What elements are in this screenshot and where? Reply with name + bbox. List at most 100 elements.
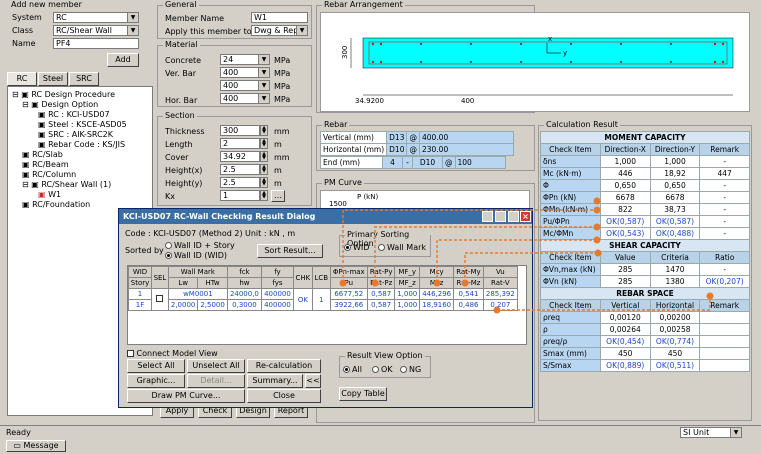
col-mcz[interactable]: Mcz [419,277,455,289]
select-all-button[interactable]: Select All [127,359,185,373]
tab-steel[interactable]: Steel [38,72,68,86]
apply-to-select[interactable]: Dwg & Rep [251,25,308,36]
unselect-all-button[interactable]: Unselect All [187,359,245,373]
detail-button[interactable]: Detail... [187,374,245,388]
heightx-input[interactable]: 2.5 [220,164,260,175]
tree-item-rebar-code[interactable]: ▣ Rebar Code : KS/JIS [38,140,125,149]
concrete-select[interactable]: 24 [220,54,270,65]
class-select[interactable]: RC/Shear Wall [53,25,139,36]
message-tab[interactable]: ▭ Message [6,440,66,452]
col-mf-y[interactable]: MF_y [394,266,421,278]
connect-model-view[interactable]: Connect Model View [127,349,218,358]
tab-src[interactable]: SRC [69,72,99,86]
tree-item-rc-column[interactable]: ▣ RC/Column [22,170,76,179]
col-htw[interactable]: HTw [197,277,228,289]
horbar-select[interactable]: 400 [220,93,270,104]
col-wid[interactable]: WID [127,266,153,278]
name-input[interactable]: PF4 [53,38,139,49]
dialog-maximize-icon[interactable] [508,211,519,222]
kx-spinner[interactable]: ▲ ▼ [260,190,268,201]
unit-select[interactable]: SI Unit [680,427,742,438]
vertical-bar[interactable]: D13 [386,131,408,144]
col-rat-pz[interactable]: Rat-Pz [366,277,396,289]
verbar-select[interactable]: 400 [220,67,270,78]
extra-select[interactable]: 400 [220,80,270,91]
dialog-close-icon[interactable]: × [520,211,531,222]
horizontal-spacing[interactable]: 230.00 [418,143,514,156]
primary-opt-wall-mark[interactable]: Wall Mark [378,243,426,252]
rebar-col-item: Check Item [540,299,601,312]
col-story[interactable]: Story [127,277,153,289]
collapse-button[interactable]: << [305,374,321,388]
rv-ng[interactable]: NG [400,365,421,374]
col-fy[interactable]: fy [261,266,294,278]
sort-opt-wall-id-story[interactable]: Wall ID + Story [165,241,235,250]
tree-item-rc-design-procedure[interactable]: ⊟ ▣ RC Design Procedure [12,90,115,99]
heightx-spinner[interactable]: ▲ ▼ [260,164,268,175]
tree-item-design-option[interactable]: ⊟ ▣ Design Option [22,100,98,109]
tree-item-steel-code[interactable]: ▣ Steel : KSCE-ASD05 [38,120,127,129]
length-spinner[interactable]: ▲ ▼ [260,138,268,149]
cover-spinner[interactable]: ▲ ▼ [260,151,268,162]
kx-input[interactable]: 1 [220,190,260,201]
shear-col-criteria: Criteria [649,251,701,264]
dialog-title-bar[interactable]: KCI-USD07 RC-Wall Checking Result Dialog… [119,209,532,224]
col-chk[interactable]: CHK [292,266,313,289]
tree-item-rc-foundation[interactable]: ▣ RC/Foundation [22,200,90,209]
col-rat-v[interactable]: Rat-V [482,277,519,289]
sort-result-button[interactable]: Sort Result... [257,244,323,258]
tree-item-src-code[interactable]: ▣ SRC : AIK-SRC2K [38,130,113,139]
col-rat-mz[interactable]: Rat-Mz [453,277,484,289]
member-name-input[interactable]: W1 [251,12,308,23]
table-row[interactable]: 1 wM0001 24000,0 400000 OK 1 6677,52 0,5… [127,288,519,311]
col-fys[interactable]: fys [261,277,294,289]
heighty-input[interactable]: 2.5 [220,177,260,188]
summary-button[interactable]: Summary... [247,374,303,388]
vertical-spacing[interactable]: 400.00 [418,131,514,144]
length-input[interactable]: 2 [220,138,260,149]
col-lcb[interactable]: LCB [311,266,331,289]
system-select[interactable]: RC [53,12,139,23]
col-pu[interactable]: Pu [329,277,368,289]
tab-rc[interactable]: RC [7,72,37,86]
tree-item-rc-slab[interactable]: ▣ RC/Slab [22,150,63,159]
rv-ok[interactable]: OK [372,365,393,374]
col-vu[interactable]: Vu [482,266,519,278]
col-phipn-max[interactable]: ΦPn-max [329,266,368,278]
cover-input[interactable]: 34.92 [220,151,260,162]
copy-table-button[interactable]: Copy Table [339,387,387,401]
tree-item-rc-beam[interactable]: ▣ RC/Beam [22,160,69,169]
draw-pm-curve-button[interactable]: Draw PM Curve... [127,389,245,403]
tree-item-rc-code[interactable]: ▣ RC : KCI-USD07 [38,110,110,119]
end-spacing[interactable]: 100 [454,156,506,169]
col-mf-z[interactable]: MF_z [394,277,421,289]
col-wall-mark[interactable]: Wall Mark [167,266,228,278]
section-group: Section Thickness 300 ▲ ▼ mm Length 2 ▲ ▼ … [157,111,312,206]
col-hw[interactable]: hw [226,277,263,289]
close-button[interactable]: Close [247,389,321,403]
add-button[interactable]: Add [107,53,139,67]
col-mcy[interactable]: Mcy [419,266,455,278]
rv-all[interactable]: All [343,365,362,374]
select-checkbox[interactable] [151,288,169,311]
tree-item-w1[interactable]: ▣ W1 [38,190,61,199]
end-count[interactable]: 4 [382,156,403,169]
dialog-minimize-icon[interactable] [495,211,506,222]
col-rat-py[interactable]: Rat-Py [366,266,396,278]
col-sel[interactable]: SEL [151,266,169,289]
col-fck[interactable]: fck [226,266,263,278]
tree-item-rc-shear-wall[interactable]: ⊟ ▣ RC/Shear Wall (1) [22,180,111,189]
col-lw[interactable]: Lw [167,277,199,289]
sort-opt-wall-id[interactable]: Wall ID (WID) [165,251,227,260]
end-bar[interactable]: D10 [412,156,443,169]
dialog-restore-icon[interactable] [482,211,493,222]
thickness-spinner[interactable]: ▲ ▼ [260,125,268,136]
thickness-input[interactable]: 300 [220,125,260,136]
col-rat-my[interactable]: Rat-My [453,266,484,278]
recalculation-button[interactable]: Re-calculation [247,359,321,373]
primary-opt-wid[interactable]: WID [344,243,369,252]
heighty-spinner[interactable]: ▲ ▼ [260,177,268,188]
kx-browse-button[interactable]: … [271,190,285,202]
graphic-button[interactable]: Graphic... [127,374,185,388]
horizontal-bar[interactable]: D10 [386,143,408,156]
